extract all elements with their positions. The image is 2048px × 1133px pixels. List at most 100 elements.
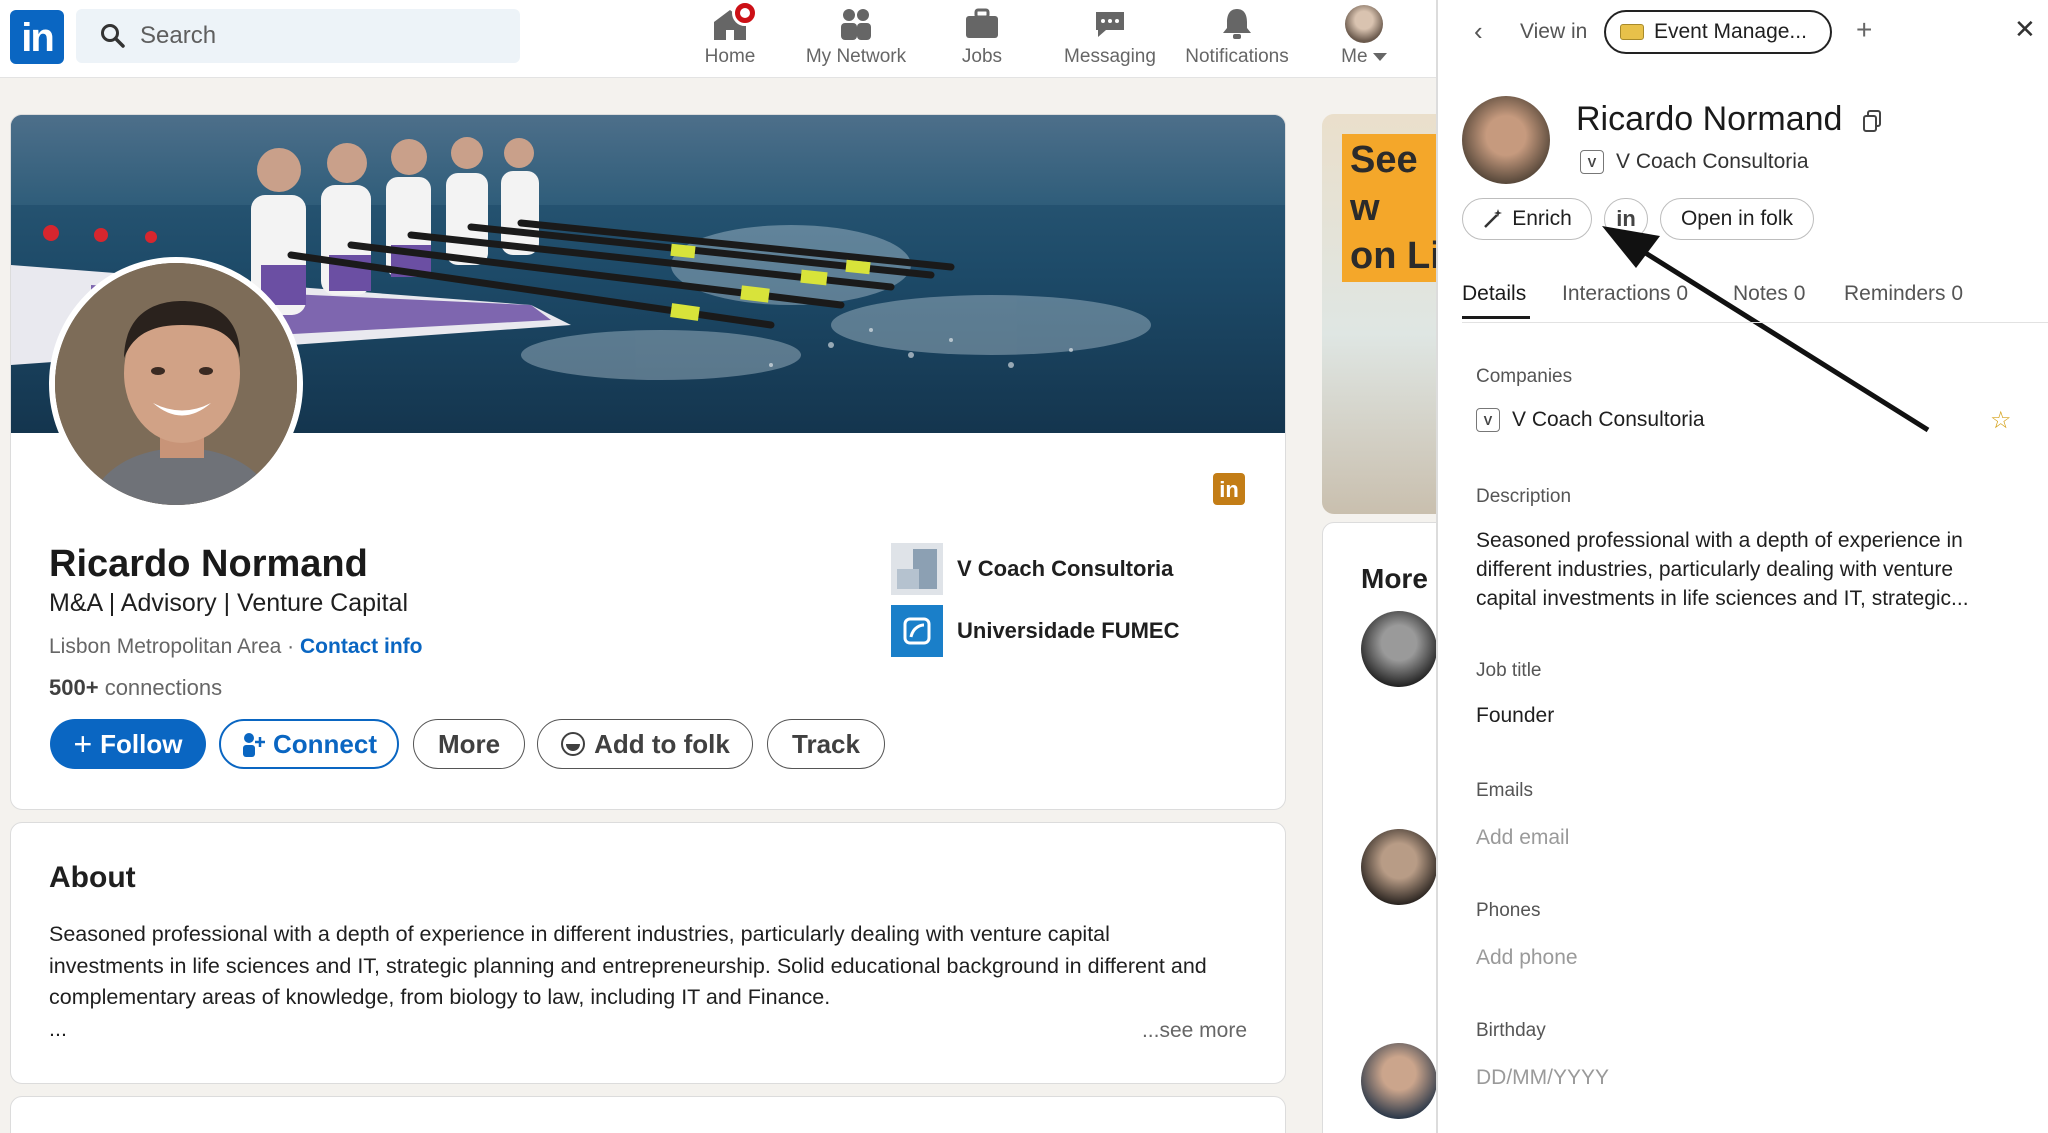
notification-badge bbox=[732, 0, 758, 26]
about-body: Seasoned professional with a depth of ex… bbox=[49, 922, 1207, 1009]
see-more-link[interactable]: ...see more bbox=[1142, 1019, 1247, 1043]
companies-value-name: V Coach Consultoria bbox=[1512, 408, 1705, 431]
nav-home[interactable]: Home bbox=[692, 0, 768, 78]
experience-item[interactable]: V Coach Consultoria bbox=[891, 543, 1173, 595]
follow-button-label: Follow bbox=[100, 728, 183, 759]
nav-jobs[interactable]: Jobs bbox=[944, 0, 1020, 78]
star-icon[interactable]: ☆ bbox=[1990, 406, 2012, 435]
birthday-label: Birthday bbox=[1476, 1020, 1546, 1041]
more-button-label: More bbox=[437, 728, 501, 759]
university-logo bbox=[891, 605, 943, 657]
track-button[interactable]: Track bbox=[767, 719, 885, 769]
birthday-field[interactable]: DD/MM/YYYY bbox=[1476, 1066, 1609, 1090]
suggested-profile-avatar[interactable] bbox=[1361, 1043, 1437, 1119]
nav-messaging[interactable]: Messaging bbox=[1058, 0, 1162, 78]
contact-company-name: V Coach Consultoria bbox=[1616, 150, 1809, 173]
suggested-profile-avatar[interactable] bbox=[1361, 829, 1437, 905]
nav-jobs-label: Jobs bbox=[961, 46, 1003, 67]
description-value[interactable]: Seasoned professional with a depth of ex… bbox=[1476, 526, 2006, 613]
folk-icon bbox=[561, 732, 586, 756]
profile-card: in Ricardo Normand M&A | Advisory | Vent… bbox=[10, 114, 1286, 810]
bell-icon bbox=[1223, 9, 1251, 39]
separator-dot: · bbox=[287, 635, 295, 658]
connections-count: 500+ bbox=[49, 675, 99, 700]
search-bar[interactable] bbox=[76, 9, 520, 63]
caret-down-icon bbox=[1372, 52, 1387, 61]
ad-headline: See w on Li bbox=[1342, 134, 1442, 282]
add-to-folk-button[interactable]: Add to folk bbox=[537, 719, 753, 769]
profile-avatar[interactable] bbox=[49, 257, 303, 511]
suggested-profile-avatar[interactable] bbox=[1361, 611, 1437, 687]
nav-home-label: Home bbox=[704, 46, 756, 67]
view-in-label: View in bbox=[1520, 20, 1588, 43]
tabs-divider bbox=[1462, 322, 2048, 323]
contact-info-link[interactable]: Contact info bbox=[300, 635, 422, 658]
briefcase-icon bbox=[966, 8, 998, 38]
emails-label: Emails bbox=[1476, 780, 1534, 801]
education-item[interactable]: Universidade FUMEC bbox=[891, 605, 1180, 657]
linkedin-premium-icon: in bbox=[1213, 473, 1245, 505]
ad-text-line-2: on Li bbox=[1350, 235, 1441, 277]
add-to-folk-label: Add to folk bbox=[594, 728, 730, 759]
next-section-card bbox=[10, 1096, 1286, 1133]
more-profiles-card: More p bbox=[1322, 522, 1453, 1133]
linkedin-top-nav: in Home My Network Jobs Messaging Notifi… bbox=[0, 0, 1437, 78]
tab-notes[interactable]: Notes 0 bbox=[1733, 282, 1805, 306]
contact-avatar bbox=[1462, 96, 1550, 184]
search-input[interactable] bbox=[140, 9, 500, 63]
connect-button-label: Connect bbox=[273, 728, 377, 759]
job-title-value[interactable]: Founder bbox=[1476, 704, 1554, 728]
about-ellipsis: ... bbox=[49, 1016, 67, 1041]
tab-reminders[interactable]: Reminders 0 bbox=[1844, 282, 1963, 306]
add-person-icon bbox=[243, 733, 265, 757]
workspace-name: Event Manage... bbox=[1654, 20, 1807, 43]
about-text: Seasoned professional with a depth of ex… bbox=[49, 919, 1229, 1045]
tab-interactions[interactable]: Interactions 0 bbox=[1562, 282, 1688, 306]
more-button[interactable]: More bbox=[413, 719, 525, 769]
people-icon bbox=[841, 9, 871, 40]
contact-name: Ricardo Normand bbox=[1576, 100, 1843, 138]
plus-icon: + bbox=[73, 726, 93, 762]
job-title-label: Job title bbox=[1476, 660, 1542, 681]
enrich-label: Enrich bbox=[1512, 207, 1572, 230]
add-icon[interactable]: + bbox=[1856, 14, 1872, 46]
phones-label: Phones bbox=[1476, 900, 1541, 921]
tab-active-indicator bbox=[1462, 316, 1530, 319]
add-email-field[interactable]: Add email bbox=[1476, 826, 1569, 850]
contact-company[interactable]: V V Coach Consultoria bbox=[1580, 150, 1809, 174]
follow-button[interactable]: + Follow bbox=[50, 719, 206, 769]
back-chevron-icon[interactable]: ‹ bbox=[1474, 16, 1483, 47]
profile-headline: M&A | Advisory | Venture Capital bbox=[49, 589, 408, 617]
nav-network-label: My Network bbox=[805, 46, 907, 67]
chat-icon bbox=[1096, 12, 1124, 37]
tab-interactions-count: 0 bbox=[1676, 282, 1689, 305]
enrich-button[interactable]: Enrich bbox=[1462, 198, 1592, 240]
linkedin-logo[interactable]: in bbox=[10, 10, 64, 64]
nav-me[interactable]: Me bbox=[1328, 0, 1400, 78]
about-card: About Seasoned professional with a depth… bbox=[10, 822, 1286, 1084]
tab-notes-label: Notes bbox=[1733, 282, 1788, 305]
sidebar-ad[interactable]: See w on Li bbox=[1322, 114, 1442, 514]
company-initial-icon: V bbox=[1476, 408, 1500, 432]
company-logo bbox=[891, 543, 943, 595]
annotation-arrow bbox=[1602, 226, 1930, 433]
ad-text-line-1: See w bbox=[1350, 139, 1418, 229]
copy-icon[interactable] bbox=[1862, 110, 1882, 132]
close-icon[interactable]: ✕ bbox=[2014, 14, 2036, 45]
about-heading: About bbox=[49, 861, 136, 894]
education-school-name: Universidade FUMEC bbox=[957, 618, 1180, 643]
tab-details[interactable]: Details bbox=[1462, 282, 1530, 319]
tab-reminders-label: Reminders bbox=[1844, 282, 1946, 305]
description-label: Description bbox=[1476, 486, 1572, 507]
magic-wand-icon bbox=[1484, 209, 1503, 228]
add-phone-field[interactable]: Add phone bbox=[1476, 946, 1578, 970]
companies-value[interactable]: V V Coach Consultoria bbox=[1476, 408, 1705, 432]
tab-details-label: Details bbox=[1462, 282, 1527, 305]
tab-reminders-count: 0 bbox=[1951, 282, 1964, 305]
connect-button[interactable]: Connect bbox=[219, 719, 399, 769]
connections-label: connections bbox=[104, 675, 223, 700]
ticket-icon bbox=[1620, 24, 1644, 40]
workspace-selector[interactable]: Event Manage... bbox=[1604, 10, 1832, 54]
nav-notifications[interactable]: Notifications bbox=[1176, 0, 1298, 78]
nav-my-network[interactable]: My Network bbox=[796, 0, 916, 78]
